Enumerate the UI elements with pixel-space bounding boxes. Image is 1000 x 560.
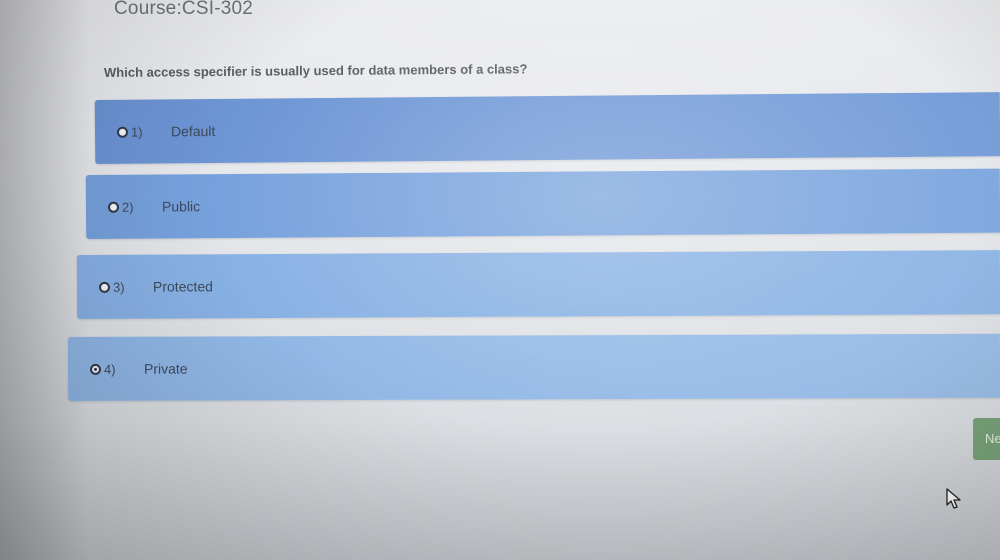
option-4-label: Private	[143, 360, 188, 377]
option-3-radio[interactable]	[98, 281, 111, 293]
next-button[interactable]: Ne	[973, 418, 1000, 460]
option-2[interactable]: 2) Public	[85, 168, 1000, 239]
option-3-number: 3)	[112, 279, 125, 295]
option-2-label: Public	[161, 198, 201, 215]
mouse-pointer-icon	[946, 488, 961, 509]
question-text: Which access specifier is usually used f…	[103, 61, 528, 80]
option-1-label: Default	[170, 122, 216, 140]
option-1-number: 1)	[130, 124, 143, 140]
option-2-radio[interactable]	[107, 201, 120, 213]
option-1[interactable]: 1) Default	[94, 92, 1000, 164]
option-4-number: 4)	[103, 361, 116, 377]
course-title: Course:CSI-302	[114, 0, 254, 19]
option-3[interactable]: 3) Protected	[76, 250, 1000, 319]
option-2-number: 2)	[121, 199, 134, 215]
option-4-radio[interactable]	[89, 363, 102, 375]
option-1-radio[interactable]	[116, 126, 129, 138]
option-4[interactable]: 4) Private	[67, 333, 1000, 401]
option-3-label: Protected	[152, 278, 213, 295]
